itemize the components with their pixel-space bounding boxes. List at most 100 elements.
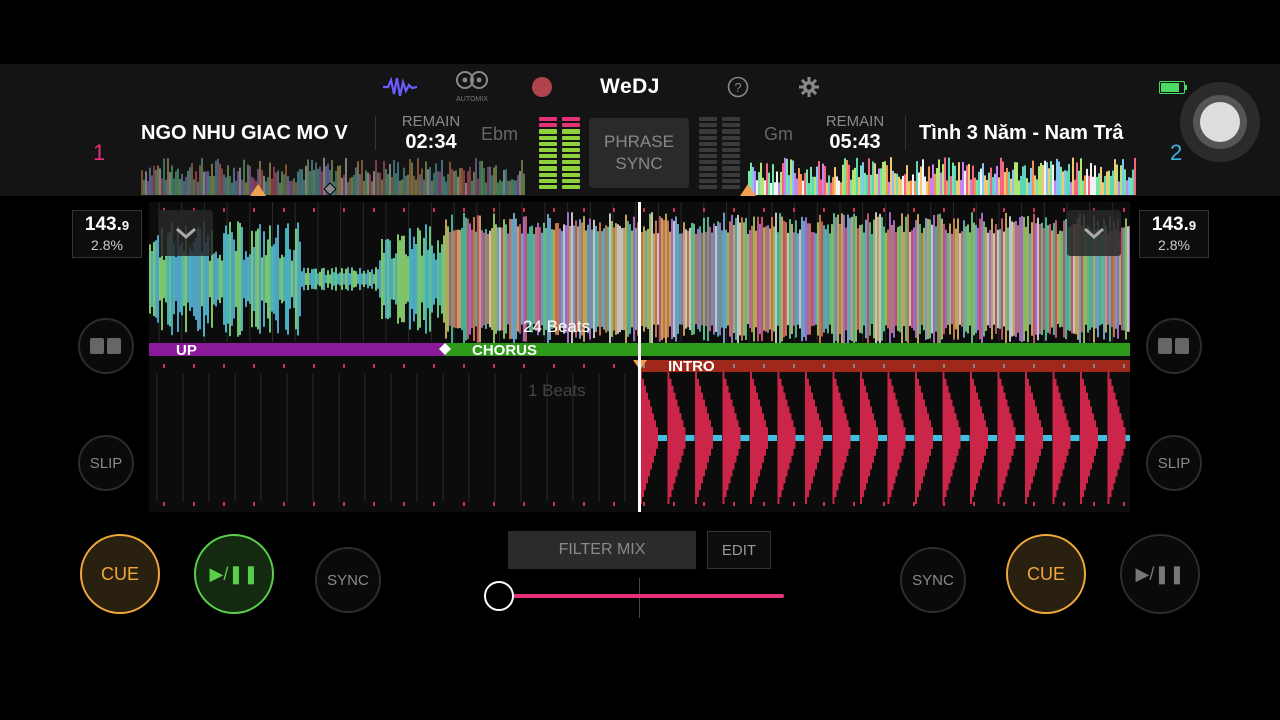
deck1-slip-button[interactable]: SLIP (78, 435, 134, 491)
waveform-bar (373, 274, 375, 284)
waveform-bar (783, 392, 786, 484)
waveform-bar (848, 427, 851, 449)
waveform-bar (417, 227, 419, 331)
beat-tick (643, 502, 645, 506)
help-icon[interactable]: ? (726, 75, 750, 99)
waveform-bar (819, 214, 821, 344)
phrase-sync-button[interactable]: PHRASE SYNC (589, 118, 689, 188)
waveform-bar (893, 392, 896, 484)
waveform-bar (957, 218, 959, 340)
edit-button[interactable]: EDIT (707, 531, 771, 569)
beat-tick (733, 502, 735, 506)
crossfader-track[interactable] (500, 594, 784, 598)
beat-tick (523, 208, 525, 212)
meter-segment (722, 141, 740, 146)
deck2-collapse-button[interactable] (1067, 210, 1121, 256)
deck2-bpm-display[interactable]: 143.9 2.8% (1139, 210, 1209, 258)
meter-segment (722, 123, 740, 128)
waveform-bar (855, 216, 857, 342)
meter-segment (539, 141, 557, 146)
waveform-bar (457, 229, 459, 329)
deck2-play-pause-button[interactable]: ▶/❚❚ (1120, 534, 1200, 614)
deck2-overview-waveform[interactable] (748, 155, 1136, 195)
automix-button[interactable]: AUTOMIX (452, 70, 492, 104)
beat-tick (373, 364, 375, 368)
waveform-bar (758, 399, 760, 477)
beat-tick (793, 364, 795, 368)
deck2-cue-button[interactable]: CUE (1006, 534, 1086, 614)
waveform-bar (646, 392, 648, 484)
deck1-collapse-button[interactable] (159, 210, 213, 256)
waveform-bar (667, 372, 670, 504)
waveform-bar (603, 228, 605, 330)
waveform-bar (791, 420, 794, 456)
waveform-bar (245, 251, 247, 307)
waveform-bar (875, 212, 877, 346)
beat-tick (463, 502, 465, 506)
waveform-bar (411, 248, 413, 310)
record-button[interactable] (532, 77, 552, 97)
beat-tick (433, 502, 435, 506)
waveform-bar (837, 214, 839, 344)
waveform-bar (903, 231, 905, 327)
crossfader-knob[interactable] (484, 581, 514, 611)
waveform-bar (939, 213, 941, 345)
deck2-slip-button[interactable]: SLIP (1146, 435, 1202, 491)
waveform-bar (876, 427, 878, 449)
deck1-bpm-display[interactable]: 143.9 2.8% (72, 210, 142, 258)
waveform-icon[interactable] (382, 74, 418, 100)
waveform-display[interactable] (149, 202, 1130, 512)
deck1-play-pause-button[interactable]: ▶/❚❚ (194, 534, 274, 614)
meter-segment (539, 154, 557, 159)
waveform-bar (919, 223, 921, 335)
waveform-canvas[interactable] (149, 202, 1130, 512)
waveform-bar (889, 212, 891, 346)
waveform-bar (859, 225, 861, 333)
beat-tick (223, 502, 225, 506)
assistive-touch-button[interactable] (1180, 82, 1260, 162)
meter-segment (722, 184, 740, 190)
deck2-sync-button[interactable]: SYNC (900, 547, 966, 613)
waveform-bar (647, 228, 649, 330)
waveform-bar (946, 385, 949, 491)
beat-tick (163, 364, 165, 368)
waveform-bar (271, 246, 273, 312)
waveform-bar (333, 272, 335, 286)
filter-mix-button[interactable]: FILTER MIX (508, 531, 696, 569)
beat-tick (673, 208, 675, 212)
beat-tick (553, 364, 555, 368)
waveform-bar (165, 255, 167, 303)
waveform-bar (953, 218, 955, 340)
waveform-bar (931, 224, 933, 334)
waveform-bar (1082, 378, 1084, 498)
beat-tick (943, 364, 945, 368)
waveform-bar (899, 225, 901, 333)
waveform-bar (769, 228, 771, 330)
beat-tick (283, 364, 285, 368)
deck1-level-meter (539, 117, 557, 190)
waveform-bar (255, 231, 257, 327)
deck1-sync-button[interactable]: SYNC (315, 547, 381, 613)
waveform-bar (607, 226, 609, 332)
meter-segment (562, 129, 580, 134)
waveform-bar (874, 420, 876, 456)
waveform-bar (760, 406, 762, 470)
waveform-bar (840, 399, 843, 477)
waveform-bar (819, 420, 821, 456)
beat-tick (163, 502, 165, 506)
deck1-layout-button[interactable] (78, 318, 134, 374)
waveform-bar (453, 230, 455, 328)
gear-icon[interactable] (797, 75, 821, 99)
waveform-bar (701, 232, 703, 326)
waveform-bar (1090, 406, 1092, 470)
waveform-bar (665, 213, 667, 345)
deck2-layout-button[interactable] (1146, 318, 1202, 374)
beat-tick (343, 208, 345, 212)
waveform-bar (715, 226, 717, 332)
waveform-bar (1051, 230, 1053, 328)
waveform-bar (973, 222, 975, 336)
waveform-bar (711, 232, 713, 326)
deck1-cue-button[interactable]: CUE (80, 534, 160, 614)
waveform-bar (861, 224, 863, 334)
waveform-bar (645, 230, 647, 328)
